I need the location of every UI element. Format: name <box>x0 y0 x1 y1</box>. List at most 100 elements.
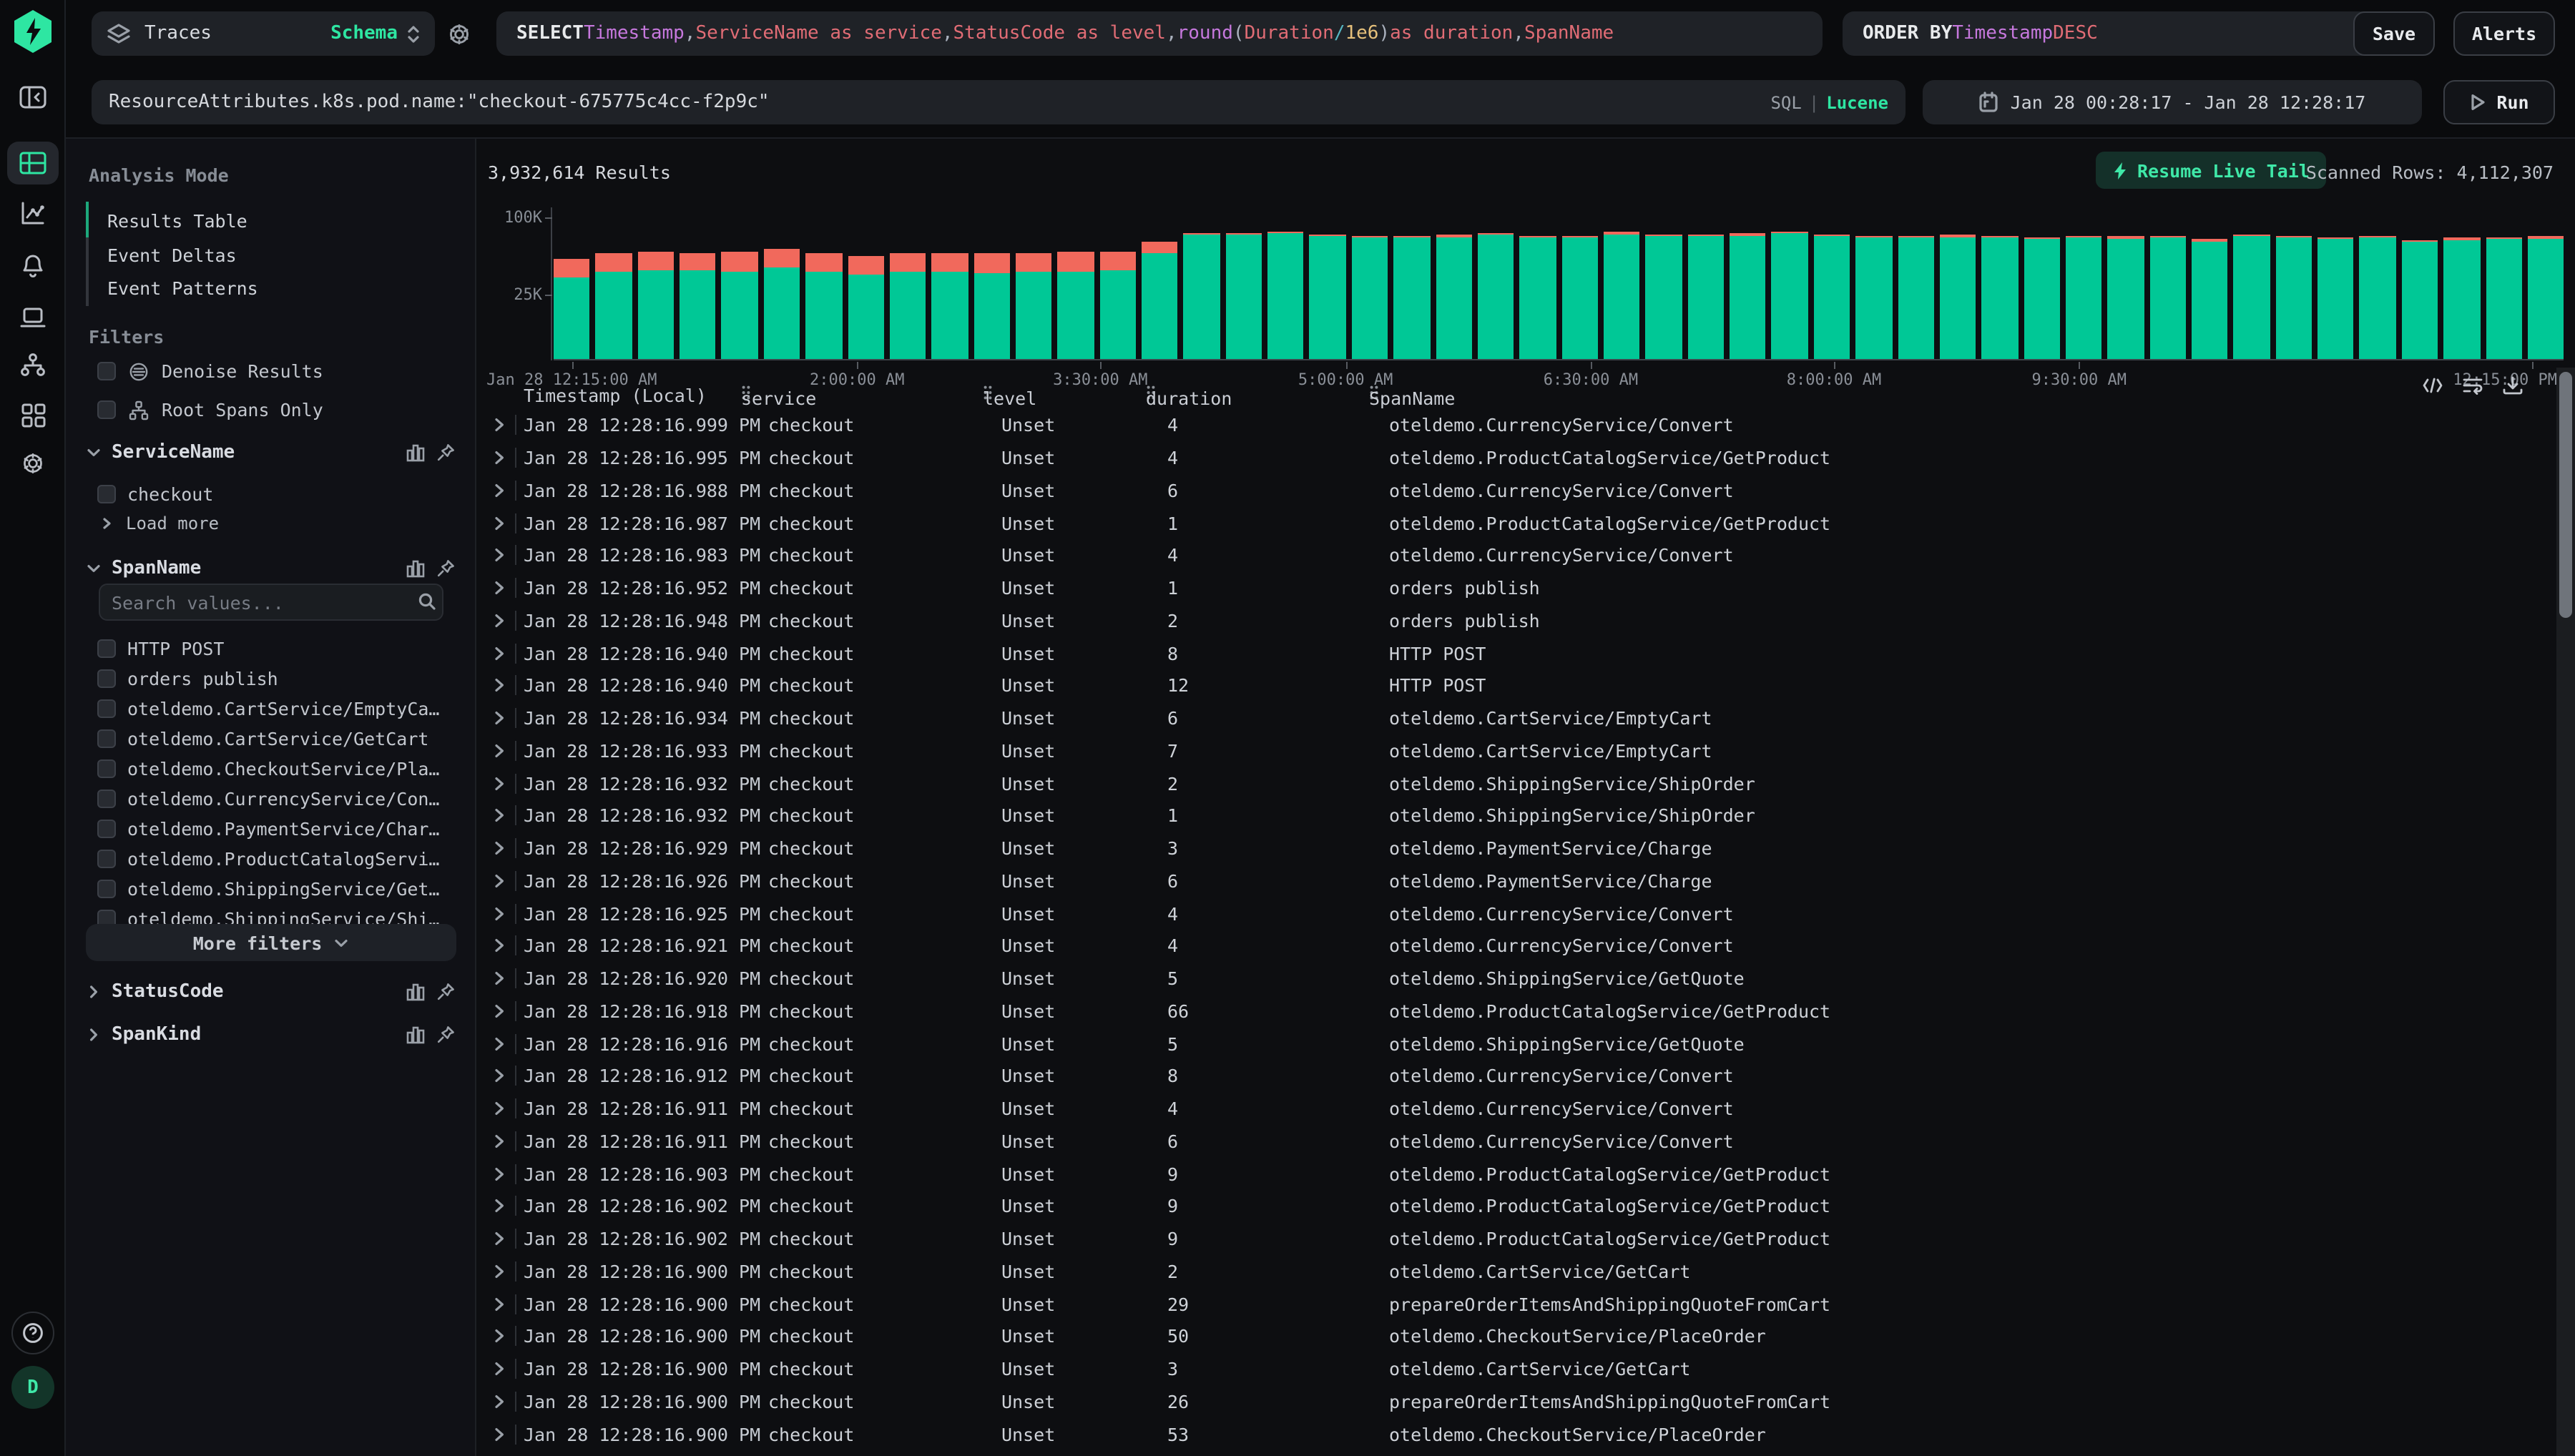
download-icon[interactable] <box>2502 376 2524 395</box>
row-expand-icon[interactable] <box>494 1361 505 1377</box>
filter-value-label[interactable]: oteldemo.PaymentService/Char… <box>127 817 440 839</box>
filter-value-label[interactable]: orders publish <box>127 667 278 689</box>
value-checkbox[interactable] <box>97 484 116 503</box>
histogram-bar[interactable] <box>1520 236 1556 359</box>
histogram-bar[interactable] <box>2318 237 2354 359</box>
language-toggle[interactable]: SQL|Lucene <box>1770 92 1888 112</box>
pin-icon[interactable] <box>436 1025 455 1044</box>
search-filter-bar[interactable]: ResourceAttributes.k8s.pod.name:"checkou… <box>92 80 1906 124</box>
histogram-bar[interactable] <box>2486 237 2522 359</box>
row-expand-icon[interactable] <box>494 1199 505 1214</box>
row-expand-icon[interactable] <box>494 418 505 433</box>
col-timestamp[interactable]: Timestamp (Local) <box>524 385 707 406</box>
row-expand-icon[interactable] <box>494 1068 505 1084</box>
histogram-bar[interactable] <box>2149 236 2186 359</box>
table-row[interactable]: Jan 28 12:28:16.916 PMcheckoutUnset5otel… <box>476 1028 2555 1061</box>
row-expand-icon[interactable] <box>494 678 505 694</box>
root-spans-label[interactable]: Root Spans Only <box>162 399 323 420</box>
histogram-bar[interactable] <box>1393 236 1430 359</box>
analysis-mode-item[interactable]: Event Deltas <box>107 241 237 270</box>
value-checkbox[interactable] <box>97 879 116 897</box>
table-row[interactable]: Jan 28 12:28:16.918 PMcheckoutUnset66ote… <box>476 995 2555 1028</box>
histogram-bar[interactable] <box>1687 235 1724 359</box>
histogram-bar[interactable] <box>1898 236 1934 359</box>
row-expand-icon[interactable] <box>494 1036 505 1051</box>
source-selector[interactable]: Traces Schema <box>92 11 435 56</box>
value-checkbox[interactable] <box>97 699 116 717</box>
filter-value-row[interactable]: oteldemo.PaymentService/Char… <box>97 814 440 842</box>
histogram-bar[interactable] <box>931 253 968 359</box>
chart-explorer-nav-icon[interactable] <box>7 192 59 235</box>
histogram-bar[interactable] <box>2275 236 2312 359</box>
table-row[interactable]: Jan 28 12:28:16.948 PMcheckoutUnset2orde… <box>476 604 2555 637</box>
wrap-text-icon[interactable] <box>2462 376 2483 395</box>
table-row[interactable]: Jan 28 12:28:16.983 PMcheckoutUnset4otel… <box>476 539 2555 572</box>
table-row[interactable]: Jan 28 12:28:16.952 PMcheckoutUnset1orde… <box>476 572 2555 605</box>
denoise-label[interactable]: Denoise Results <box>162 360 323 382</box>
filter-value-row[interactable]: oteldemo.CartService/EmptyCa… <box>97 694 440 722</box>
histogram-bar[interactable] <box>1226 233 1262 359</box>
histogram-bar[interactable] <box>596 253 632 359</box>
histogram-bar[interactable] <box>1184 233 1220 359</box>
filter-value-row[interactable]: orders publish <box>97 664 278 692</box>
histogram-bar[interactable] <box>1772 232 1808 359</box>
row-expand-icon[interactable] <box>494 548 505 564</box>
alerts-nav-icon[interactable] <box>7 245 59 287</box>
table-row[interactable]: Jan 28 12:28:16.911 PMcheckoutUnset6otel… <box>476 1125 2555 1158</box>
chart-values-icon[interactable] <box>406 443 425 462</box>
client-sessions-nav-icon[interactable] <box>7 296 59 339</box>
section-spanname[interactable]: SpanName <box>86 558 455 579</box>
filter-value-row[interactable]: HTTP POST <box>97 634 224 662</box>
table-row[interactable]: Jan 28 12:28:16.900 PMcheckoutUnset29pre… <box>476 1288 2555 1321</box>
settings-nav-icon[interactable] <box>7 442 59 485</box>
table-row[interactable]: Jan 28 12:28:16.925 PMcheckoutUnset4otel… <box>476 897 2555 930</box>
histogram-bar[interactable] <box>1267 232 1304 359</box>
filter-value-label[interactable]: HTTP POST <box>127 637 224 659</box>
histogram-bar[interactable] <box>680 253 716 359</box>
row-expand-icon[interactable] <box>494 515 505 531</box>
filter-value-label[interactable]: oteldemo.CartService/GetCart <box>127 727 428 749</box>
histogram-bar[interactable] <box>637 252 674 359</box>
col-duration[interactable]: duration <box>1146 385 1163 400</box>
histogram-bar[interactable] <box>1730 233 1766 359</box>
row-expand-icon[interactable] <box>494 808 505 824</box>
search-results-nav-icon[interactable] <box>7 142 59 185</box>
code-columns-icon[interactable] <box>2422 376 2443 395</box>
table-row[interactable]: Jan 28 12:28:16.988 PMcheckoutUnset6otel… <box>476 474 2555 507</box>
alerts-button[interactable]: Alerts <box>2453 11 2555 56</box>
row-expand-icon[interactable] <box>494 1101 505 1116</box>
run-button[interactable]: Run <box>2443 80 2555 124</box>
histogram-bar[interactable] <box>1981 236 2018 359</box>
histogram-bar[interactable] <box>764 249 800 359</box>
row-expand-icon[interactable] <box>494 1426 505 1442</box>
row-expand-icon[interactable] <box>494 613 505 629</box>
chart-values-icon[interactable] <box>406 1025 425 1044</box>
filter-value-label[interactable]: oteldemo.CartService/EmptyCa… <box>127 697 440 719</box>
language-lucene-option[interactable]: Lucene <box>1826 92 1888 112</box>
row-expand-icon[interactable] <box>494 775 505 791</box>
row-expand-icon[interactable] <box>494 1394 505 1410</box>
query-settings-gear-icon[interactable] <box>446 21 472 47</box>
table-row[interactable]: Jan 28 12:28:16.940 PMcheckoutUnset8HTTP… <box>476 637 2555 670</box>
analysis-mode-item[interactable]: Event Patterns <box>107 275 258 303</box>
table-row[interactable]: Jan 28 12:28:16.900 PMcheckoutUnset50ote… <box>476 1320 2555 1353</box>
filter-value-row[interactable]: oteldemo.CheckoutService/Pla… <box>97 754 440 782</box>
table-row[interactable]: Jan 28 12:28:16.995 PMcheckoutUnset4otel… <box>476 442 2555 475</box>
save-button[interactable]: Save <box>2353 11 2435 56</box>
denoise-results-toggle[interactable]: Denoise Results <box>97 360 323 382</box>
root-spans-checkbox[interactable] <box>97 400 116 419</box>
filter-value-row[interactable]: oteldemo.CartService/GetCart <box>97 724 428 752</box>
histogram-bar[interactable] <box>2528 236 2564 359</box>
resume-live-tail-button[interactable]: Resume Live Tail <box>2096 152 2327 189</box>
histogram-bar[interactable] <box>2443 237 2480 359</box>
histogram-bar[interactable] <box>1478 233 1514 359</box>
section-spankind[interactable]: SpanKind <box>86 1024 455 1046</box>
histogram-bar[interactable] <box>1058 252 1094 359</box>
schema-toggle[interactable]: Schema <box>330 23 398 44</box>
table-row[interactable]: Jan 28 12:28:16.940 PMcheckoutUnset12HTT… <box>476 669 2555 702</box>
row-expand-icon[interactable] <box>494 1133 505 1149</box>
histogram-bar[interactable] <box>1855 236 1892 359</box>
table-row[interactable]: Jan 28 12:28:16.921 PMcheckoutUnset4otel… <box>476 930 2555 963</box>
histogram-bar[interactable] <box>2360 236 2396 359</box>
root-spans-toggle[interactable]: Root Spans Only <box>97 399 323 420</box>
